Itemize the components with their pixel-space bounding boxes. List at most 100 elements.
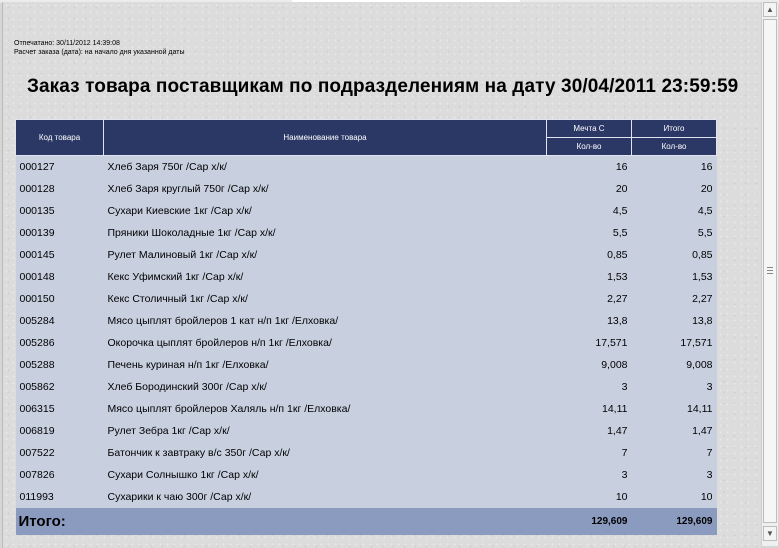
cell-qty-total: 1,53 bbox=[631, 266, 717, 288]
cell-name: Сухарики к чаю 300г /Сар х/к/ bbox=[103, 486, 547, 508]
cell-name: Мясо цыплят бройлеров 1 кат н/п 1кг /Елх… bbox=[103, 310, 547, 332]
total-qty-total: 129,609 bbox=[631, 508, 717, 535]
cell-qty-total: 4,5 bbox=[631, 200, 717, 222]
table-row: 007522 Батончик к завтраку в/с 350г /Сар … bbox=[15, 442, 717, 464]
cell-code: 000128 bbox=[15, 178, 104, 200]
report-page: Отпечатано: 30/11/2012 14:39:08 Расчет з… bbox=[2, 2, 761, 548]
printed-timestamp: Отпечатано: 30/11/2012 14:39:08 bbox=[14, 40, 120, 47]
cell-code: 005284 bbox=[15, 310, 104, 332]
header-group-total: Итого bbox=[631, 119, 717, 138]
total-label: Итого: bbox=[15, 508, 104, 535]
table-row: 000139 Пряники Шоколадные 1кг /Сар х/к/5,… bbox=[15, 222, 717, 244]
total-qty-dept: 129,609 bbox=[546, 508, 632, 535]
cell-name: Сухари Киевские 1кг /Сар х/к/ bbox=[103, 200, 547, 222]
cell-code: 000135 bbox=[15, 200, 104, 222]
scroll-up-icon[interactable]: ▲ bbox=[763, 2, 777, 17]
cell-code: 005286 bbox=[15, 332, 104, 354]
cell-qty-dept: 3 bbox=[546, 464, 632, 486]
cell-qty-total: 9,008 bbox=[631, 354, 717, 376]
cell-qty-total: 20 bbox=[631, 178, 717, 200]
cell-code: 000145 bbox=[15, 244, 104, 266]
cell-qty-dept: 1,47 bbox=[546, 420, 632, 442]
cell-code: 006819 bbox=[15, 420, 104, 442]
cell-code: 000139 bbox=[15, 222, 104, 244]
cell-name: Сухари Солнышко 1кг /Сар х/к/ bbox=[103, 464, 547, 486]
table-row: 005288 Печень куриная н/п 1кг /Елховка/9,… bbox=[15, 354, 717, 376]
cell-qty-dept: 20 bbox=[546, 178, 632, 200]
cell-qty-dept: 17,571 bbox=[546, 332, 632, 354]
cell-code: 005862 bbox=[15, 376, 104, 398]
cell-name: Хлеб Заря 750г /Сар х/к/ bbox=[103, 155, 547, 178]
total-row: Итого: 129,609 129,609 bbox=[15, 508, 717, 535]
cell-qty-total: 1,47 bbox=[631, 420, 717, 442]
cell-qty-total: 16 bbox=[631, 155, 717, 178]
table-row: 005286 Окорочка цыплят бройлеров н/п 1кг … bbox=[15, 332, 717, 354]
table-row: 000148 Кекс Уфимский 1кг /Сар х/к/1,53 1,5… bbox=[15, 266, 717, 288]
cell-qty-dept: 5,5 bbox=[546, 222, 632, 244]
cell-qty-dept: 1,53 bbox=[546, 266, 632, 288]
cell-name: Печень куриная н/п 1кг /Елховка/ bbox=[103, 354, 547, 376]
cell-name: Рулет Зебра 1кг /Сар х/к/ bbox=[103, 420, 547, 442]
table-row: 005284 Мясо цыплят бройлеров 1 кат н/п 1к… bbox=[15, 310, 717, 332]
table-row: 000127 Хлеб Заря 750г /Сар х/к/16 16 bbox=[15, 155, 717, 178]
cell-code: 000127 bbox=[15, 155, 104, 178]
table-row: 000145 Рулет Малиновый 1кг /Сар х/к/0,85 0… bbox=[15, 244, 717, 266]
cell-name: Рулет Малиновый 1кг /Сар х/к/ bbox=[103, 244, 547, 266]
cell-qty-dept: 9,008 bbox=[546, 354, 632, 376]
cell-name: Мясо цыплят бройлеров Халяль н/п 1кг /Ел… bbox=[103, 398, 547, 420]
cell-qty-total: 2,27 bbox=[631, 288, 717, 310]
vertical-scrollbar[interactable]: ▲ ▼ bbox=[761, 2, 778, 546]
cell-qty-dept: 3 bbox=[546, 376, 632, 398]
cell-qty-dept: 14,11 bbox=[546, 398, 632, 420]
cell-qty-total: 3 bbox=[631, 464, 717, 486]
table-row: 006315 Мясо цыплят бройлеров Халяль н/п 1… bbox=[15, 398, 717, 420]
header-group-dept: Мечта С bbox=[546, 119, 632, 138]
cell-name: Хлеб Заря круглый 750г /Сар х/к/ bbox=[103, 178, 547, 200]
order-table: Код товара Наименование товара Мечта С И… bbox=[15, 119, 717, 535]
cell-qty-total: 0,85 bbox=[631, 244, 717, 266]
cell-name: Кекс Уфимский 1кг /Сар х/к/ bbox=[103, 266, 547, 288]
cell-code: 006315 bbox=[15, 398, 104, 420]
header-qty-dept: Кол-во bbox=[546, 137, 632, 156]
grip-line-icon bbox=[767, 273, 773, 274]
cell-qty-total: 17,571 bbox=[631, 332, 717, 354]
cell-qty-dept: 16 bbox=[546, 155, 632, 178]
cell-qty-total: 14,11 bbox=[631, 398, 717, 420]
cell-code: 011993 bbox=[15, 486, 104, 508]
table-row: 006819 Рулет Зебра 1кг /Сар х/к/1,47 1,47 bbox=[15, 420, 717, 442]
cell-name: Батончик к завтраку в/с 350г /Сар х/к/ bbox=[103, 442, 547, 464]
cell-qty-dept: 7 bbox=[546, 442, 632, 464]
cell-qty-total: 10 bbox=[631, 486, 717, 508]
cell-qty-dept: 2,27 bbox=[546, 288, 632, 310]
header-qty-total: Кол-во bbox=[631, 137, 717, 156]
table-row: 000128 Хлеб Заря круглый 750г /Сар х/к/20… bbox=[15, 178, 717, 200]
grip-line-icon bbox=[767, 270, 773, 271]
cell-qty-total: 3 bbox=[631, 376, 717, 398]
report-title: Заказ товара поставщикам по подразделени… bbox=[27, 76, 739, 97]
cell-code: 000148 bbox=[15, 266, 104, 288]
cell-qty-total: 13,8 bbox=[631, 310, 717, 332]
table-row: 005862 Хлеб Бородинский 300г /Сар х/к/3 3 bbox=[15, 376, 717, 398]
cell-code: 007826 bbox=[15, 464, 104, 486]
header-name: Наименование товара bbox=[103, 119, 547, 156]
table-row: 000135 Сухари Киевские 1кг /Сар х/к/4,5 4,… bbox=[15, 200, 717, 222]
grip-line-icon bbox=[767, 267, 773, 268]
cell-name: Окорочка цыплят бройлеров н/п 1кг /Елхов… bbox=[103, 332, 547, 354]
cell-name: Пряники Шоколадные 1кг /Сар х/к/ bbox=[103, 222, 547, 244]
cell-name: Хлеб Бородинский 300г /Сар х/к/ bbox=[103, 376, 547, 398]
cell-code: 005288 bbox=[15, 354, 104, 376]
cell-name: Кекс Столичный 1кг /Сар х/к/ bbox=[103, 288, 547, 310]
scroll-down-icon[interactable]: ▼ bbox=[763, 526, 777, 541]
calc-mode-note: Расчет заказа (дата): на начало дня указ… bbox=[14, 49, 185, 56]
cell-code: 007522 bbox=[15, 442, 104, 464]
header-code: Код товара bbox=[15, 119, 104, 156]
cell-qty-dept: 4,5 bbox=[546, 200, 632, 222]
table-row: 000150 Кекс Столичный 1кг /Сар х/к/2,27 2,… bbox=[15, 288, 717, 310]
scroll-thumb[interactable] bbox=[763, 19, 777, 523]
cell-qty-dept: 0,85 bbox=[546, 244, 632, 266]
cell-qty-dept: 10 bbox=[546, 486, 632, 508]
cell-qty-total: 5,5 bbox=[631, 222, 717, 244]
cell-qty-total: 7 bbox=[631, 442, 717, 464]
total-spacer bbox=[103, 508, 547, 535]
table-row: 011993 Сухарики к чаю 300г /Сар х/к/10 10 bbox=[15, 486, 717, 508]
